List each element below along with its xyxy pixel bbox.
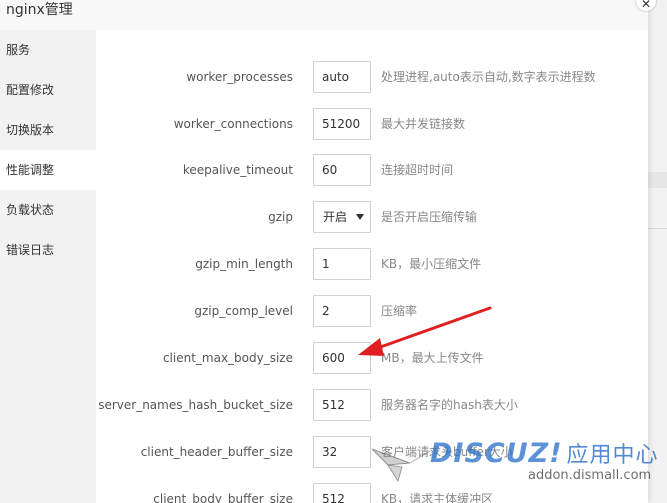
sidebar-item-label: 负载状态	[6, 203, 55, 217]
sidebar-item-label: 配置修改	[6, 83, 55, 97]
setting-label: gzip	[268, 210, 293, 224]
gzip-select-value: 开启	[323, 210, 348, 224]
setting-desc: MB，最大上传文件	[381, 351, 484, 365]
setting-row-server-names-hash-bucket-size: server_names_hash_bucket_size 服务器名字的hash…	[96, 389, 648, 421]
client-header-buffer-size-input[interactable]	[313, 436, 371, 468]
client-max-body-size-input[interactable]	[313, 342, 371, 374]
setting-row-gzip-comp-level: gzip_comp_level 压缩率	[96, 295, 648, 327]
sidebar-item-label: 服务	[6, 43, 31, 57]
background-band	[648, 172, 667, 188]
setting-label: client_header_buffer_size	[140, 445, 293, 459]
setting-label: keepalive_timeout	[182, 163, 293, 177]
setting-label: worker_connections	[173, 117, 293, 131]
sidebar-item-service[interactable]: 服务	[0, 30, 96, 70]
server-names-hash-bucket-size-input[interactable]	[313, 389, 371, 421]
sidebar-item-label: 性能调整	[6, 163, 55, 177]
setting-desc: KB，最小压缩文件	[381, 257, 482, 271]
setting-desc: 是否开启压缩传输	[381, 210, 478, 224]
sidebar-item-error-log[interactable]: 错误日志	[0, 230, 96, 270]
setting-row-client-header-buffer-size: client_header_buffer_size 客户端请求头buffer大小	[96, 436, 648, 468]
setting-row-gzip: gzip 开启 是否开启压缩传输	[96, 201, 648, 233]
gzip-comp-level-input[interactable]	[313, 295, 371, 327]
background-page	[648, 0, 667, 503]
setting-row-worker-processes: worker_processes 处理进程,auto表示自动,数字表示进程数	[96, 61, 648, 93]
close-icon: ✕	[640, 0, 652, 11]
keepalive-timeout-input[interactable]	[313, 154, 371, 186]
setting-label: client_max_body_size	[162, 351, 293, 365]
setting-label: server_names_hash_bucket_size	[98, 398, 293, 412]
setting-row-keepalive-timeout: keepalive_timeout 连接超时时间	[96, 154, 648, 186]
page: nginx管理 服务 配置修改 切换版本 性能调整 负载状态 错误日志 work…	[0, 0, 667, 503]
dialog-title: nginx管理	[6, 2, 73, 18]
sidebar-item-label: 错误日志	[6, 243, 55, 257]
sidebar-item-version[interactable]: 切换版本	[0, 110, 96, 150]
setting-desc: 客户端请求头buffer大小	[381, 445, 513, 459]
worker-processes-input[interactable]	[313, 61, 371, 93]
setting-row-worker-connections: worker_connections 最大并发链接数	[96, 108, 648, 140]
setting-desc: 连接超时时间	[381, 163, 454, 177]
setting-label: gzip_min_length	[195, 257, 293, 271]
nginx-dialog: nginx管理 服务 配置修改 切换版本 性能调整 负载状态 错误日志 work…	[0, 0, 648, 503]
setting-desc: 压缩率	[381, 304, 418, 318]
sidebar-item-label: 切换版本	[6, 123, 55, 137]
gzip-min-length-input[interactable]	[313, 248, 371, 280]
setting-desc: KB，请求主体缓冲区	[381, 492, 494, 503]
sidebar-item-performance[interactable]: 性能调整	[0, 150, 96, 190]
client-body-buffer-size-input[interactable]	[313, 483, 371, 503]
setting-label: client_body_buffer_size	[153, 492, 293, 503]
gzip-select[interactable]: 开启	[313, 201, 371, 233]
setting-desc: 服务器名字的hash表大小	[381, 398, 518, 412]
setting-row-gzip-min-length: gzip_min_length KB，最小压缩文件	[96, 248, 648, 280]
setting-desc: 最大并发链接数	[381, 117, 466, 131]
worker-connections-input[interactable]	[313, 108, 371, 140]
sidebar: 服务 配置修改 切换版本 性能调整 负载状态 错误日志	[0, 30, 96, 503]
setting-row-client-body-buffer-size: client_body_buffer_size KB，请求主体缓冲区	[96, 483, 648, 503]
sidebar-item-config[interactable]: 配置修改	[0, 70, 96, 110]
dialog-title-bar: nginx管理	[0, 0, 648, 30]
background-divider	[648, 228, 667, 229]
setting-desc: 处理进程,auto表示自动,数字表示进程数	[381, 70, 596, 84]
setting-label: gzip_comp_level	[194, 304, 293, 318]
caret-down-icon	[356, 214, 364, 220]
sidebar-item-load-status[interactable]: 负载状态	[0, 190, 96, 230]
setting-row-client-max-body-size: client_max_body_size MB，最大上传文件	[96, 342, 648, 374]
performance-settings: worker_processes 处理进程,auto表示自动,数字表示进程数 w…	[96, 30, 648, 503]
setting-label: worker_processes	[186, 70, 293, 84]
